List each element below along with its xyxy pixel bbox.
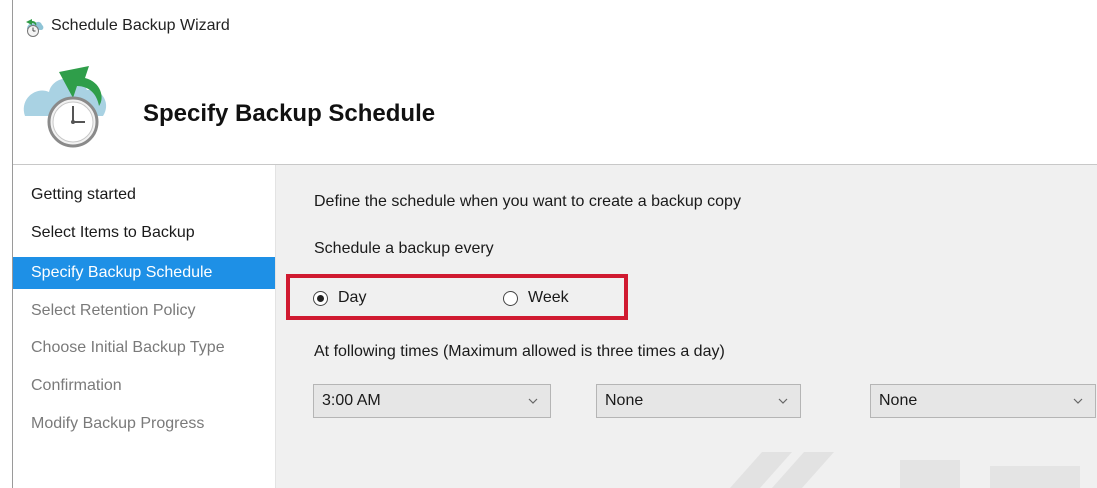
radio-day-label: Day	[338, 289, 367, 306]
title-bar: Schedule Backup Wizard	[13, 0, 1097, 52]
sidebar-item-specify-schedule[interactable]: Specify Backup Schedule	[13, 257, 275, 289]
time-select-1[interactable]: 3:00 AM	[313, 384, 551, 418]
watermark-graphic	[730, 452, 1080, 488]
time-select-1-value: 3:00 AM	[322, 392, 381, 409]
wizard-sidebar: Getting started Select Items to Backup S…	[13, 165, 276, 488]
time-select-2[interactable]: None	[596, 384, 801, 418]
sidebar-item-retention-policy: Select Retention Policy	[31, 302, 196, 319]
chevron-down-icon	[778, 398, 788, 404]
radio-week-label: Week	[528, 289, 569, 306]
chevron-down-icon	[528, 398, 538, 404]
backup-wizard-icon	[26, 19, 44, 37]
wizard-window: Schedule Backup Wizard Specify Backup Sc…	[12, 0, 1097, 488]
window-title: Schedule Backup Wizard	[51, 17, 230, 34]
radio-week-circle[interactable]	[503, 290, 518, 306]
chevron-down-icon	[1073, 398, 1083, 404]
sidebar-item-select-items[interactable]: Select Items to Backup	[13, 217, 275, 249]
sidebar-item-initial-backup-type: Choose Initial Backup Type	[31, 339, 225, 356]
schedule-label: Schedule a backup every	[314, 240, 494, 257]
radio-day[interactable]: Day	[313, 289, 366, 307]
radio-day-circle[interactable]	[313, 290, 328, 306]
times-label: At following times (Maximum allowed is t…	[314, 343, 725, 360]
radio-week[interactable]: Week	[503, 289, 569, 307]
sidebar-item-confirmation: Confirmation	[31, 377, 122, 394]
time-select-3-value: None	[879, 392, 918, 409]
time-select-3[interactable]: None	[870, 384, 1096, 418]
description-text: Define the schedule when you want to cre…	[314, 193, 741, 210]
page-title: Specify Backup Schedule	[143, 100, 436, 127]
time-select-2-value: None	[605, 392, 644, 409]
wizard-header: Specify Backup Schedule	[13, 52, 1097, 164]
sidebar-item-getting-started[interactable]: Getting started	[13, 179, 275, 211]
sidebar-item-modify-progress: Modify Backup Progress	[31, 415, 205, 432]
cloud-clock-backup-icon	[23, 66, 107, 148]
